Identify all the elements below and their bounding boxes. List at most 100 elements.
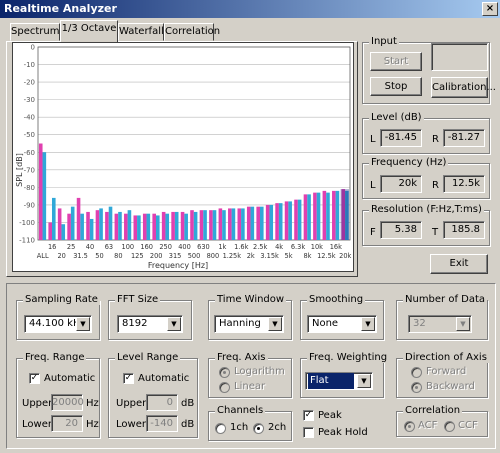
bar bbox=[146, 213, 151, 240]
chevron-down-icon[interactable]: ▼ bbox=[361, 317, 375, 331]
bar bbox=[76, 197, 81, 240]
peak-hold-checkbox[interactable] bbox=[303, 427, 314, 438]
bar bbox=[212, 210, 217, 240]
freq-range-title: Freq. Range bbox=[23, 352, 87, 363]
correlation-acf-label: ACF bbox=[418, 420, 438, 431]
y-tick-label: -20 bbox=[24, 79, 35, 87]
tab-correlation[interactable]: Correlation bbox=[164, 23, 220, 41]
tab-spectrum[interactable]: Spectrum bbox=[10, 23, 60, 41]
x-tick-label: 160 bbox=[140, 243, 153, 251]
tab-third-octave[interactable]: 1/3 Octave bbox=[60, 20, 118, 42]
freq-range-auto-checkbox[interactable]: ✓ bbox=[29, 373, 40, 384]
start-button[interactable]: Start bbox=[370, 52, 422, 71]
frequency-r-label: R bbox=[432, 180, 439, 191]
x-tick-label: 4k bbox=[275, 243, 283, 251]
tab-waterfall-label: Waterfall bbox=[119, 26, 164, 37]
close-button[interactable]: × bbox=[482, 2, 498, 16]
bar bbox=[297, 199, 302, 240]
check-icon: ✓ bbox=[30, 373, 39, 383]
x-tick-label: 6.3k bbox=[291, 243, 305, 251]
resolution-t-label: T bbox=[432, 227, 439, 238]
y-tick-label: -50 bbox=[24, 131, 35, 139]
y-tick-label: -90 bbox=[24, 201, 35, 209]
chevron-down-icon[interactable]: ▼ bbox=[76, 317, 90, 331]
x-tick-label: 1.25k bbox=[223, 252, 242, 260]
stop-button[interactable]: Stop bbox=[370, 77, 422, 96]
check-icon: ✓ bbox=[304, 410, 313, 420]
bar bbox=[303, 194, 308, 240]
bar bbox=[118, 211, 122, 240]
freq-weighting-select[interactable]: Flat ▼ bbox=[305, 372, 373, 390]
freq-axis-log-label: Logarithm bbox=[234, 366, 285, 377]
bar bbox=[284, 201, 289, 240]
smoothing-value: None bbox=[312, 318, 339, 329]
sampling-rate-select[interactable]: 44.100 kHz ▼ bbox=[24, 315, 92, 333]
bar bbox=[105, 211, 109, 240]
x-tick-label: 1k bbox=[218, 243, 226, 251]
x-tick-label: 25 bbox=[67, 243, 75, 251]
correlation-title: Correlation bbox=[403, 405, 463, 416]
bar bbox=[99, 208, 103, 240]
resolution-t-value: 185.8 bbox=[443, 221, 485, 239]
freq-axis-linear-radio[interactable] bbox=[219, 382, 230, 393]
bar bbox=[161, 211, 166, 240]
correlation-ccf-radio[interactable] bbox=[444, 421, 455, 432]
freq-weighting-title: Freq. Weighting bbox=[307, 352, 390, 363]
bar bbox=[218, 208, 223, 240]
freq-upper-input[interactable]: 20000 bbox=[51, 394, 84, 411]
chevron-down-icon[interactable]: ▼ bbox=[167, 317, 181, 331]
bar bbox=[307, 194, 311, 240]
channel-2ch-radio[interactable] bbox=[253, 423, 264, 434]
level-lower-input[interactable]: -140 bbox=[146, 415, 178, 432]
smoothing-select[interactable]: None ▼ bbox=[307, 315, 377, 333]
plot-frame bbox=[37, 46, 351, 241]
bar bbox=[142, 213, 147, 240]
chart-grid bbox=[37, 46, 351, 241]
correlation-ccf-label: CCF bbox=[458, 420, 478, 431]
peak-label: Peak bbox=[318, 410, 342, 421]
exit-button[interactable]: Exit bbox=[430, 254, 488, 274]
level-range-auto-checkbox[interactable]: ✓ bbox=[123, 373, 134, 384]
y-tick-labels: 0 -10 -20 -30 -40 -50 -60 -70 -80 -90 -100 -110 bbox=[19, 44, 35, 245]
level-upper-unit: dB bbox=[181, 398, 195, 409]
x-tick-label: 10k bbox=[311, 243, 323, 251]
chevron-down-icon[interactable]: ▼ bbox=[357, 374, 371, 388]
resolution-f-label: F bbox=[370, 227, 376, 238]
bar bbox=[190, 210, 194, 240]
chevron-down-icon[interactable]: ▼ bbox=[268, 317, 282, 331]
number-of-data-select[interactable]: 32 ▼ bbox=[408, 315, 472, 333]
correlation-acf-radio[interactable] bbox=[404, 421, 415, 432]
tab-waterfall[interactable]: Waterfall bbox=[118, 23, 164, 41]
fft-size-select[interactable]: 8192 ▼ bbox=[117, 315, 183, 333]
bar bbox=[70, 206, 75, 240]
bar bbox=[67, 213, 71, 240]
bar bbox=[108, 206, 113, 240]
resolution-title: Resolution (F:Hz,T:ms) bbox=[369, 204, 484, 215]
y-axis-label: SPL [dB] bbox=[15, 153, 24, 187]
channel-1ch-radio[interactable] bbox=[215, 423, 226, 434]
peak-checkbox[interactable]: ✓ bbox=[303, 410, 314, 421]
level-upper-input[interactable]: 0 bbox=[146, 394, 178, 411]
freq-upper-label: Upper bbox=[22, 398, 53, 409]
resolution-f-value: 5.38 bbox=[380, 221, 422, 239]
bar bbox=[137, 215, 141, 240]
calibration-button[interactable]: Calibration... bbox=[431, 77, 496, 98]
x-tick-label: 40 bbox=[86, 243, 94, 251]
y-tick-label: -40 bbox=[24, 114, 35, 122]
freq-axis-log-radio[interactable] bbox=[219, 367, 230, 378]
tab-spectrum-label: Spectrum bbox=[11, 26, 60, 37]
direction-forward-label: Forward bbox=[426, 366, 467, 377]
y-tick-label: -80 bbox=[24, 184, 35, 192]
freq-lower-input[interactable]: 20 bbox=[51, 415, 83, 432]
title-bar: Realtime Analyzer × bbox=[0, 0, 500, 18]
direction-backward-radio[interactable] bbox=[411, 382, 422, 393]
freq-axis-linear-label: Linear bbox=[234, 381, 266, 392]
time-window-select[interactable]: Hanning ▼ bbox=[214, 315, 284, 333]
bar bbox=[294, 199, 298, 240]
chevron-down-icon[interactable]: ▼ bbox=[456, 317, 470, 331]
time-window-value: Hanning bbox=[219, 318, 261, 329]
direction-forward-radio[interactable] bbox=[411, 367, 422, 378]
x-tick-label: 8k bbox=[303, 252, 311, 260]
x-tick-label: 80 bbox=[114, 252, 122, 260]
frequency-r-value: 12.5k bbox=[443, 175, 485, 193]
